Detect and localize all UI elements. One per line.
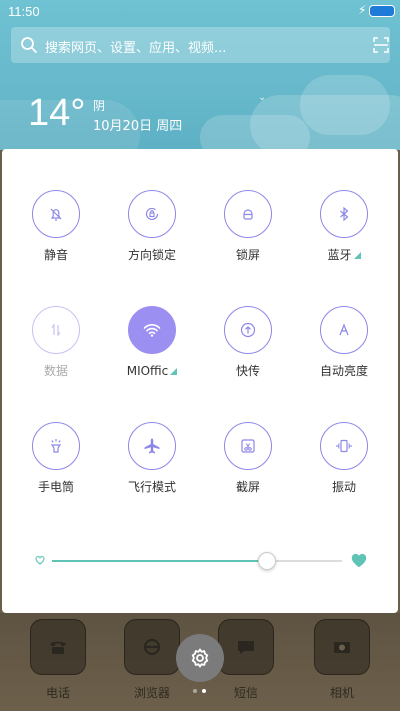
toggle-wifi[interactable]: MIOffic xyxy=(104,306,200,379)
date-label: 10月20日 周四 xyxy=(93,119,183,134)
brightness-slider[interactable] xyxy=(52,552,342,570)
quick-settings-panel: 静音 方向锁定 锁屏 蓝牙 数据 MIOffic 快传 自动亮度 手电筒 飞行模… xyxy=(2,149,398,613)
brightness-slider-thumb[interactable] xyxy=(257,552,276,570)
toggle-label: 飞行模式 xyxy=(127,480,176,494)
toggle-vibrate[interactable]: 振动 xyxy=(296,422,392,495)
flashlight-icon xyxy=(32,422,80,470)
toggle-label: 振动 xyxy=(331,480,356,494)
phone-icon xyxy=(30,619,86,675)
more-indicator-icon xyxy=(170,368,178,375)
toggle-quick-transfer[interactable]: 快传 xyxy=(200,306,296,379)
cloud-decoration xyxy=(200,115,310,150)
scan-icon[interactable] xyxy=(372,36,390,54)
bluetooth-icon xyxy=(320,190,368,238)
toggle-label: MIOffic xyxy=(104,363,200,379)
brightness-high-icon xyxy=(351,553,367,568)
toggle-screenshot[interactable]: 截屏 xyxy=(200,422,296,495)
toggle-rotation-lock[interactable]: 方向锁定 xyxy=(104,190,200,263)
auto-brightness-icon xyxy=(320,306,368,354)
settings-button[interactable] xyxy=(176,634,224,682)
page-dot xyxy=(193,689,197,693)
bird-decoration: ⌄ xyxy=(258,92,267,103)
toggle-label: 蓝牙 xyxy=(296,247,392,263)
lock-icon xyxy=(224,190,272,238)
toggle-bluetooth[interactable]: 蓝牙 xyxy=(296,190,392,263)
brightness-slider-fill xyxy=(52,560,267,562)
cloud-decoration xyxy=(300,75,390,135)
rotation-lock-icon xyxy=(128,190,176,238)
toggle-lock-screen[interactable]: 锁屏 xyxy=(200,190,296,263)
dock-label: 相机 xyxy=(329,686,354,700)
toggle-airplane[interactable]: 飞行模式 xyxy=(104,422,200,495)
temperature: 14° xyxy=(28,92,86,134)
toggle-label: 锁屏 xyxy=(235,248,260,262)
more-indicator-icon xyxy=(353,252,361,259)
bell-off-icon xyxy=(32,190,80,238)
mobile-data-icon xyxy=(32,306,80,354)
toggle-label: 手电筒 xyxy=(37,480,74,494)
page-dot-active xyxy=(202,689,206,693)
dock-label: 电话 xyxy=(45,686,70,700)
toggle-data[interactable]: 数据 xyxy=(8,306,104,379)
dock-app-camera[interactable]: 相机 xyxy=(306,619,378,701)
dock-app-phone[interactable]: 电话 xyxy=(22,619,94,701)
toggle-label: 方向锁定 xyxy=(127,248,176,262)
weather-condition: 阴 xyxy=(93,99,106,113)
search-placeholder: 搜索网页、设置、应用、视频... xyxy=(45,41,227,56)
screenshot-icon xyxy=(224,422,272,470)
battery-icon xyxy=(369,5,395,17)
wifi-icon xyxy=(128,306,176,354)
dock-label: 浏览器 xyxy=(133,686,170,700)
brightness-control xyxy=(32,546,372,576)
charging-icon: ⚡ xyxy=(358,3,367,17)
upload-icon xyxy=(224,306,272,354)
toggle-label: 静音 xyxy=(43,248,68,262)
toggle-label: 截屏 xyxy=(235,480,260,494)
browser-icon xyxy=(124,619,180,675)
status-time: 11:50 xyxy=(8,4,40,19)
toggle-label: 自动亮度 xyxy=(319,364,368,378)
dock-label: 短信 xyxy=(233,686,258,700)
toggle-mute[interactable]: 静音 xyxy=(8,190,104,263)
status-bar: 11:50 ⚡ xyxy=(0,0,400,24)
airplane-icon xyxy=(128,422,176,470)
page-indicator xyxy=(193,689,209,695)
vibrate-icon xyxy=(320,422,368,470)
brightness-low-icon xyxy=(35,556,45,565)
search-icon xyxy=(21,37,37,53)
search-bar[interactable]: 搜索网页、设置、应用、视频... xyxy=(11,27,390,63)
message-icon xyxy=(218,619,274,675)
toggle-flashlight[interactable]: 手电筒 xyxy=(8,422,104,495)
camera-icon xyxy=(314,619,370,675)
gear-icon xyxy=(191,648,209,668)
toggle-label: 快传 xyxy=(235,364,260,378)
toggle-label: 数据 xyxy=(43,364,68,378)
toggle-auto-brightness[interactable]: 自动亮度 xyxy=(296,306,392,379)
